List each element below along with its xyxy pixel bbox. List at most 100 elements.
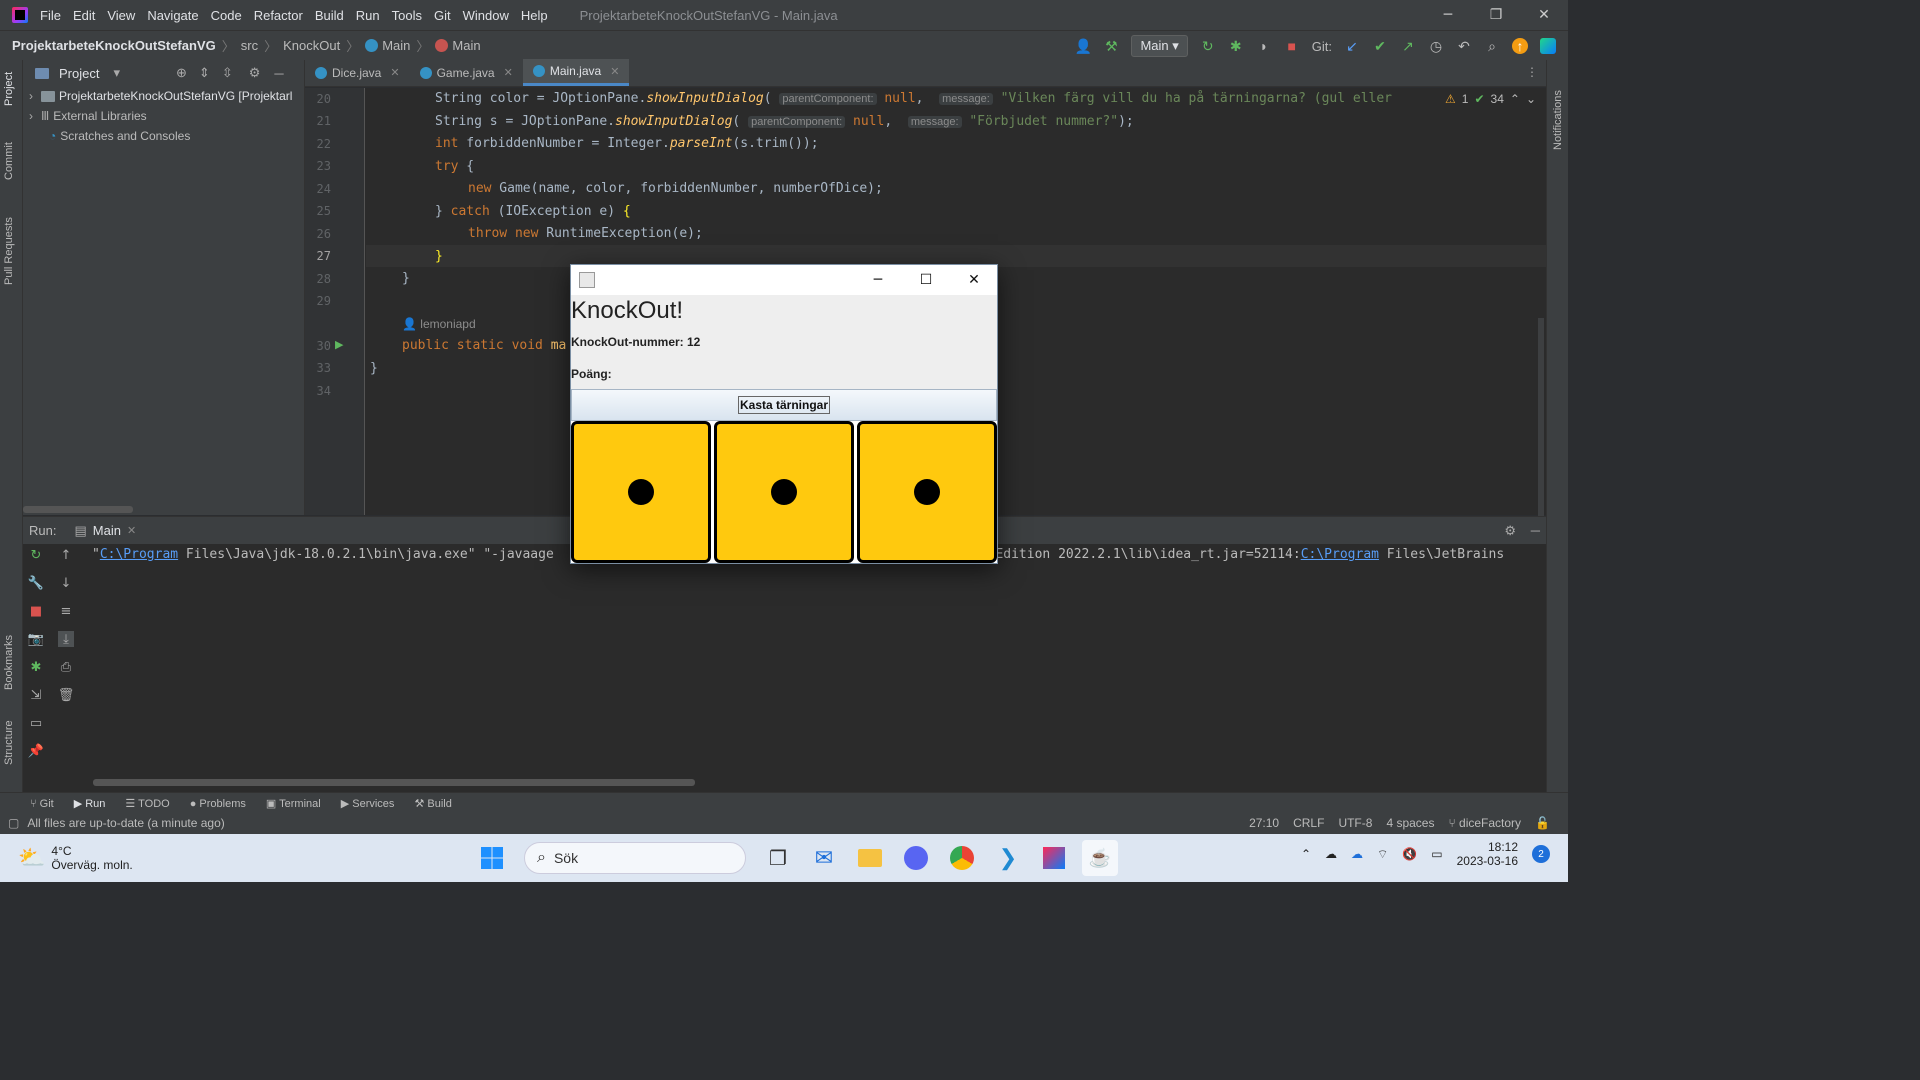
chevron-up-icon[interactable]: ⌃ xyxy=(1510,92,1520,106)
java-app-icon[interactable]: ☕ xyxy=(1082,840,1118,876)
gear-icon[interactable]: ⚙ xyxy=(1504,523,1516,539)
console-link[interactable]: C:\Program xyxy=(100,547,178,562)
user-icon[interactable]: 👤 xyxy=(1075,38,1092,54)
stop-icon[interactable]: ■ xyxy=(28,603,44,619)
tool-build[interactable]: ⚒ Build xyxy=(414,797,451,810)
close-tab-icon[interactable]: ✕ xyxy=(127,524,136,537)
breadcrumb-method[interactable]: Main xyxy=(452,38,480,53)
menu-code[interactable]: Code xyxy=(211,8,242,23)
close-tab-icon[interactable]: ✕ xyxy=(390,66,399,79)
hide-panel-icon[interactable]: ─ xyxy=(1531,523,1540,538)
tree-item-project-root[interactable]: › ProjektarbeteKnockOutStefanVG [Projekt… xyxy=(23,86,304,106)
debug-icon[interactable]: ✱ xyxy=(28,659,44,675)
volume-muted-icon[interactable]: 🔇 xyxy=(1402,847,1417,861)
hide-panel-icon[interactable]: ─ xyxy=(274,66,283,81)
minimize-icon[interactable]: ─ xyxy=(1424,0,1472,30)
tool-terminal[interactable]: ▣ Terminal xyxy=(266,797,321,810)
menu-help[interactable]: Help xyxy=(521,8,548,23)
run-tab-main[interactable]: Main xyxy=(93,523,121,538)
menu-navigate[interactable]: Navigate xyxy=(147,8,198,23)
arrow-down-icon[interactable]: ↓ xyxy=(58,575,74,591)
restore-icon[interactable]: ❐ xyxy=(1472,0,1520,30)
tab-structure-vertical[interactable]: Structure xyxy=(3,720,15,765)
cloud-icon[interactable]: ☁ xyxy=(1325,847,1337,861)
pin-icon[interactable]: 📌 xyxy=(28,743,44,759)
arrow-up-icon[interactable]: ↑ xyxy=(58,547,74,563)
tree-item-scratches[interactable]: ◔ Scratches and Consoles xyxy=(23,126,304,146)
tool-git[interactable]: ⑂ Git xyxy=(30,798,54,810)
git-update-icon[interactable]: ↙ xyxy=(1344,38,1360,54)
status-window-icon[interactable]: ▢ xyxy=(8,816,19,830)
project-panel-title[interactable]: Project xyxy=(59,66,99,81)
menu-file[interactable]: File xyxy=(40,8,61,23)
git-push-icon[interactable]: ↗ xyxy=(1400,38,1416,54)
trash-icon[interactable]: 🗑 xyxy=(58,687,75,703)
scroll-to-end-icon[interactable]: ⤓ xyxy=(58,631,74,647)
task-view-icon[interactable]: ❐ xyxy=(760,840,796,876)
camera-icon[interactable]: 📷 xyxy=(28,631,44,647)
roll-dice-button[interactable]: Kasta tärningar xyxy=(571,389,997,421)
tab-notifications-vertical[interactable]: Notifications xyxy=(1552,90,1564,150)
breadcrumb-src[interactable]: src xyxy=(241,38,258,53)
tree-item-external-libraries[interactable]: › Ⅲ External Libraries xyxy=(23,106,304,126)
menu-view[interactable]: View xyxy=(107,8,135,23)
tab-game-java[interactable]: Game.java ✕ xyxy=(410,59,523,86)
tab-project-vertical[interactable]: Project xyxy=(3,72,15,106)
notification-badge[interactable]: 2 xyxy=(1532,845,1550,863)
console-hscroll[interactable] xyxy=(93,779,695,786)
rerun-icon[interactable]: ↻ xyxy=(1200,38,1216,54)
caret-position[interactable]: 27:10 xyxy=(1249,816,1279,830)
console-link[interactable]: C:\Program xyxy=(1301,547,1379,562)
chevron-up-icon[interactable]: ⌃ xyxy=(1301,847,1311,861)
gear-icon[interactable]: ⚙ xyxy=(249,65,261,81)
vscode-icon[interactable]: ❯ xyxy=(990,840,1026,876)
tool-services[interactable]: ▶ Services xyxy=(341,797,395,810)
weather-widget[interactable]: ⛅ 4°C Överväg. moln. xyxy=(18,844,133,872)
intellij-taskbar-icon[interactable] xyxy=(1036,840,1072,876)
battery-icon[interactable]: ▭ xyxy=(1431,847,1442,861)
breadcrumb-package[interactable]: KnockOut xyxy=(283,38,340,53)
collapse-all-icon[interactable]: ⇳ xyxy=(222,65,233,81)
menu-run[interactable]: Run xyxy=(356,8,380,23)
project-panel-hscroll[interactable] xyxy=(23,506,133,513)
tool-run[interactable]: ▶ Run xyxy=(74,797,106,810)
wrench-icon[interactable]: 🔧 xyxy=(28,575,44,591)
print-icon[interactable]: ⎙ xyxy=(58,659,74,675)
run-configuration-select[interactable]: Main ▾ xyxy=(1131,35,1188,57)
lock-icon[interactable]: 🔓 xyxy=(1535,816,1550,830)
file-encoding[interactable]: UTF-8 xyxy=(1338,816,1372,830)
menu-git[interactable]: Git xyxy=(434,8,451,23)
chrome-icon[interactable] xyxy=(944,840,980,876)
search-icon[interactable]: ⌕ xyxy=(1484,38,1500,54)
chevron-down-icon[interactable]: ⌄ xyxy=(1526,92,1536,106)
tab-dice-java[interactable]: Dice.java ✕ xyxy=(305,59,410,86)
tab-main-java[interactable]: Main.java ✕ xyxy=(522,59,630,86)
expand-all-icon[interactable]: ⇕ xyxy=(199,65,210,81)
stop-icon[interactable]: ■ xyxy=(1284,38,1300,54)
dialog-title-bar[interactable]: ─ ☐ ✕ xyxy=(571,265,997,295)
exit-icon[interactable]: ⇲ xyxy=(28,687,44,703)
chevron-down-icon[interactable]: ▾ xyxy=(113,65,120,81)
onedrive-icon[interactable]: ☁ xyxy=(1351,847,1363,861)
soft-wrap-icon[interactable]: ≡ xyxy=(58,603,74,619)
updates-icon[interactable]: ↑ xyxy=(1512,38,1528,54)
tab-pull-requests-vertical[interactable]: Pull Requests xyxy=(3,217,15,285)
breadcrumb-project[interactable]: ProjektarbeteKnockOutStefanVG xyxy=(12,38,216,53)
clock[interactable]: 18:12 2023-03-16 xyxy=(1457,840,1518,868)
taskbar-search[interactable]: ⌕ Sök xyxy=(524,842,746,874)
tool-problems[interactable]: ● Problems xyxy=(190,798,246,810)
mail-icon[interactable]: ✉ xyxy=(806,840,842,876)
file-explorer-icon[interactable] xyxy=(852,840,888,876)
tab-commit-vertical[interactable]: Commit xyxy=(3,142,15,180)
layout-icon[interactable]: ▭ xyxy=(28,715,44,731)
windows-start-icon[interactable] xyxy=(474,840,510,876)
coverage-icon[interactable]: ◗ xyxy=(1256,38,1272,54)
dialog-close-icon[interactable]: ✕ xyxy=(951,265,997,295)
wifi-icon[interactable]: ⌔ xyxy=(1377,847,1388,862)
chevron-right-icon[interactable]: › xyxy=(29,89,33,103)
history-icon[interactable]: ◷ xyxy=(1428,38,1444,54)
close-tab-icon[interactable]: ✕ xyxy=(504,66,513,79)
line-separator[interactable]: CRLF xyxy=(1293,816,1324,830)
close-tab-icon[interactable]: ✕ xyxy=(610,65,619,78)
menu-window[interactable]: Window xyxy=(463,8,509,23)
